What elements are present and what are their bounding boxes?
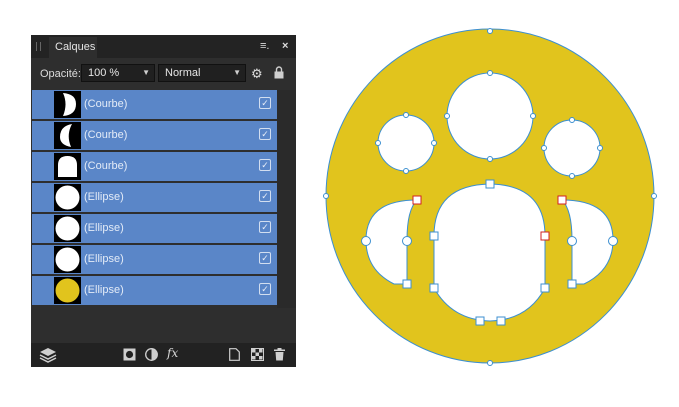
layer-row[interactable]: (Courbe) ✓ [32, 121, 277, 150]
trash-icon[interactable] [274, 348, 285, 364]
layer-name: (Courbe) [84, 160, 128, 172]
visibility-checkbox[interactable]: ✓ [259, 128, 271, 140]
blend-mode-select[interactable]: Normal ▼ [158, 64, 246, 82]
visibility-checkbox[interactable]: ✓ [259, 190, 271, 202]
new-document-icon[interactable] [229, 348, 240, 364]
layer-name: (Courbe) [84, 98, 128, 110]
panel-tab-bar: Calques ≡. × [31, 35, 296, 58]
lock-icon[interactable] [274, 66, 284, 83]
panel-footer: fx [31, 343, 296, 367]
layers-panel: Calques ≡. × Opacité: 100 % ▼ Normal ▼ ⚙… [31, 35, 296, 367]
center-arch[interactable] [433, 183, 546, 322]
layer-thumbnail [54, 91, 81, 118]
layer-name: (Ellipse) [84, 222, 124, 234]
group-icon[interactable] [251, 348, 264, 364]
left-circle[interactable] [377, 114, 435, 172]
layer-row[interactable]: (Courbe) ✓ [32, 90, 277, 119]
tab-calques[interactable]: Calques [49, 37, 97, 58]
blend-mode-value: Normal [165, 67, 201, 79]
chevron-down-icon: ▼ [142, 68, 150, 77]
visibility-checkbox[interactable]: ✓ [259, 252, 271, 264]
layer-name: (Ellipse) [84, 191, 124, 203]
layer-thumbnail [54, 277, 81, 304]
visibility-checkbox[interactable]: ✓ [259, 283, 271, 295]
visibility-checkbox[interactable]: ✓ [259, 97, 271, 109]
adjustment-icon[interactable] [145, 348, 158, 364]
top-circle[interactable] [446, 72, 534, 160]
mask-icon[interactable] [123, 348, 136, 364]
opacity-label: Opacité: [40, 68, 81, 80]
layer-thumbnail [54, 215, 81, 242]
opacity-value: 100 % [88, 67, 120, 79]
close-icon[interactable]: × [282, 39, 288, 53]
layer-name: (Ellipse) [84, 284, 124, 296]
right-circle[interactable] [543, 119, 601, 177]
panel-menu-icon[interactable]: ≡. [260, 39, 269, 53]
chevron-down-icon: ▼ [233, 68, 241, 77]
visibility-checkbox[interactable]: ✓ [259, 159, 271, 171]
layer-row[interactable]: (Ellipse) ✓ [32, 276, 277, 305]
opacity-field[interactable]: 100 % ▼ [81, 64, 155, 82]
document-canvas[interactable] [310, 20, 670, 380]
options-row: Opacité: 100 % ▼ Normal ▼ ⚙ [31, 58, 296, 90]
layer-list-scrollbar[interactable] [277, 90, 296, 308]
layer-name: (Courbe) [84, 129, 128, 141]
layer-row[interactable]: (Ellipse) ✓ [32, 183, 277, 212]
visibility-checkbox[interactable]: ✓ [259, 221, 271, 233]
layer-row[interactable]: (Ellipse) ✓ [32, 214, 277, 243]
layer-thumbnail [54, 122, 81, 149]
panel-grip-handle[interactable] [36, 42, 41, 51]
layer-row[interactable]: (Ellipse) ✓ [32, 245, 277, 274]
layer-row[interactable]: (Courbe) ✓ [32, 152, 277, 181]
layer-thumbnail [54, 246, 81, 273]
gear-icon[interactable]: ⚙ [251, 67, 263, 81]
layer-thumbnail [54, 184, 81, 211]
layers-stack-icon[interactable] [39, 347, 57, 366]
fx-icon[interactable]: fx [167, 346, 178, 360]
layer-name: (Ellipse) [84, 253, 124, 265]
layer-thumbnail [54, 153, 81, 180]
